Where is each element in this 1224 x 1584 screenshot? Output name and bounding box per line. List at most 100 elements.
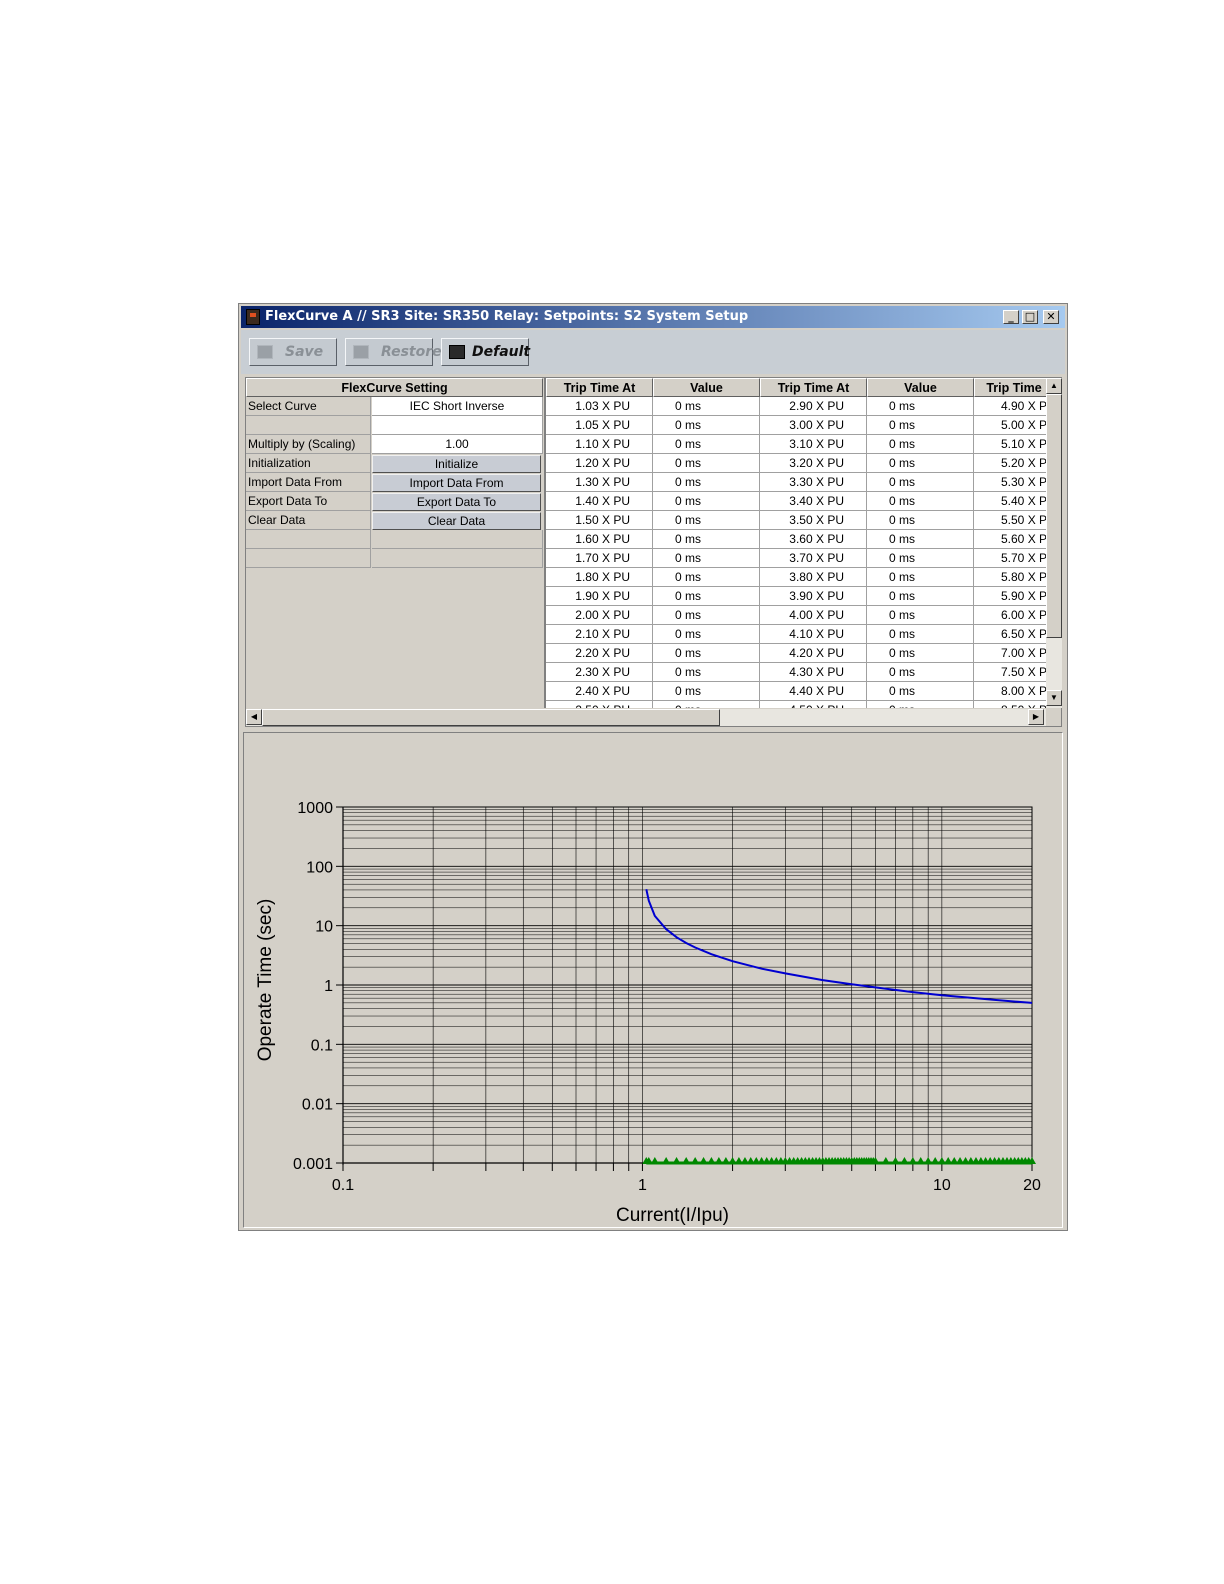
trip-value-cell[interactable]: 0 ms xyxy=(867,435,974,454)
trip-value-cell[interactable]: 0 ms xyxy=(653,454,760,473)
maximize-button[interactable]: □ xyxy=(1022,310,1038,324)
title-bar[interactable]: FlexCurve A // SR3 Site: SR350 Relay: Se… xyxy=(241,306,1065,328)
trip-value-cell[interactable]: 0 ms xyxy=(653,606,760,625)
trip-time-cell[interactable]: 2.10 X PU xyxy=(546,625,653,644)
trip-time-cell[interactable]: 6.00 X PU xyxy=(974,606,1046,625)
setting-value[interactable] xyxy=(372,416,543,435)
trip-time-cell[interactable]: 5.60 X PU xyxy=(974,530,1046,549)
scroll-down-arrow-icon[interactable]: ▼ xyxy=(1046,690,1062,706)
trip-time-cell[interactable]: 1.10 X PU xyxy=(546,435,653,454)
trip-time-cell[interactable]: 2.00 X PU xyxy=(546,606,653,625)
trip-time-cell[interactable]: 3.50 X PU xyxy=(760,511,867,530)
trip-time-cell[interactable]: 3.60 X PU xyxy=(760,530,867,549)
trip-time-cell[interactable]: 2.30 X PU xyxy=(546,663,653,682)
grid-column-header[interactable]: Trip Time At xyxy=(546,378,653,397)
trip-time-cell[interactable]: 3.30 X PU xyxy=(760,473,867,492)
trip-value-cell[interactable]: 0 ms xyxy=(867,587,974,606)
setting-action-button[interactable]: Import Data From xyxy=(372,474,541,492)
trip-time-cell[interactable]: 7.50 X PU xyxy=(974,663,1046,682)
trip-time-cell[interactable]: 1.70 X PU xyxy=(546,549,653,568)
trip-value-cell[interactable]: 0 ms xyxy=(653,473,760,492)
trip-time-cell[interactable]: 5.90 X PU xyxy=(974,587,1046,606)
trip-time-cell[interactable]: 5.70 X PU xyxy=(974,549,1046,568)
trip-value-cell[interactable]: 0 ms xyxy=(653,701,760,708)
trip-value-cell[interactable]: 0 ms xyxy=(653,397,760,416)
trip-value-cell[interactable]: 0 ms xyxy=(653,549,760,568)
trip-value-cell[interactable]: 0 ms xyxy=(653,625,760,644)
grid-column-header[interactable]: Trip Time At xyxy=(760,378,867,397)
trip-time-cell[interactable]: 5.30 X PU xyxy=(974,473,1046,492)
vertical-scrollbar[interactable]: ▲ ▼ xyxy=(1046,378,1062,708)
trip-value-cell[interactable]: 0 ms xyxy=(867,606,974,625)
trip-value-cell[interactable]: 0 ms xyxy=(867,530,974,549)
trip-time-cell[interactable]: 4.40 X PU xyxy=(760,682,867,701)
setting-value[interactable]: 1.00 xyxy=(372,435,543,454)
trip-value-cell[interactable]: 0 ms xyxy=(653,511,760,530)
trip-time-cell[interactable]: 3.20 X PU xyxy=(760,454,867,473)
scroll-up-arrow-icon[interactable]: ▲ xyxy=(1046,378,1062,394)
trip-value-cell[interactable]: 0 ms xyxy=(867,549,974,568)
trip-time-cell[interactable]: 1.40 X PU xyxy=(546,492,653,511)
trip-value-cell[interactable]: 0 ms xyxy=(867,644,974,663)
trip-time-cell[interactable]: 4.90 X PU xyxy=(974,397,1046,416)
trip-time-cell[interactable]: 8.00 X PU xyxy=(974,682,1046,701)
trip-time-cell[interactable]: 2.20 X PU xyxy=(546,644,653,663)
trip-value-cell[interactable]: 0 ms xyxy=(867,568,974,587)
trip-time-cell[interactable]: 1.30 X PU xyxy=(546,473,653,492)
trip-value-cell[interactable]: 0 ms xyxy=(867,416,974,435)
trip-value-cell[interactable]: 0 ms xyxy=(867,454,974,473)
trip-time-cell[interactable]: 4.50 X PU xyxy=(760,701,867,708)
restore-button[interactable]: Restore xyxy=(345,338,442,366)
close-button[interactable]: ✕ xyxy=(1043,310,1059,324)
trip-value-cell[interactable]: 0 ms xyxy=(867,492,974,511)
setting-action-button[interactable]: Initialize xyxy=(372,455,541,473)
trip-time-cell[interactable]: 3.40 X PU xyxy=(760,492,867,511)
trip-value-cell[interactable]: 0 ms xyxy=(653,644,760,663)
trip-time-cell[interactable]: 1.05 X PU xyxy=(546,416,653,435)
trip-value-cell[interactable]: 0 ms xyxy=(653,435,760,454)
trip-value-cell[interactable]: 0 ms xyxy=(867,473,974,492)
setting-action-button[interactable]: Clear Data xyxy=(372,512,541,530)
setting-action-button[interactable]: Export Data To xyxy=(372,493,541,511)
trip-time-cell[interactable]: 7.00 X PU xyxy=(974,644,1046,663)
trip-time-cell[interactable]: 5.00 X PU xyxy=(974,416,1046,435)
trip-time-cell[interactable]: 1.03 X PU xyxy=(546,397,653,416)
trip-time-cell[interactable]: 3.80 X PU xyxy=(760,568,867,587)
trip-time-cell[interactable]: 2.40 X PU xyxy=(546,682,653,701)
trip-value-cell[interactable]: 0 ms xyxy=(653,416,760,435)
minimize-button[interactable]: _ xyxy=(1003,310,1019,324)
setting-value[interactable]: IEC Short Inverse xyxy=(372,397,543,416)
trip-time-cell[interactable]: 2.90 X PU xyxy=(760,397,867,416)
grid-column-header[interactable]: Value xyxy=(867,378,974,397)
trip-time-cell[interactable]: 3.70 X PU xyxy=(760,549,867,568)
trip-time-cell[interactable]: 5.40 X PU xyxy=(974,492,1046,511)
trip-value-cell[interactable]: 0 ms xyxy=(867,663,974,682)
trip-time-cell[interactable]: 5.80 X PU xyxy=(974,568,1046,587)
grid-column-header[interactable]: Value xyxy=(653,378,760,397)
trip-time-cell[interactable]: 4.10 X PU xyxy=(760,625,867,644)
grid-column-header[interactable]: Trip Time xyxy=(974,378,1046,397)
trip-time-cell[interactable]: 4.00 X PU xyxy=(760,606,867,625)
scroll-right-arrow-icon[interactable]: ▶ xyxy=(1028,709,1044,725)
scroll-left-arrow-icon[interactable]: ◀ xyxy=(246,709,262,725)
trip-value-cell[interactable]: 0 ms xyxy=(653,530,760,549)
trip-value-cell[interactable]: 0 ms xyxy=(867,397,974,416)
trip-time-cell[interactable]: 1.20 X PU xyxy=(546,454,653,473)
save-button[interactable]: Save xyxy=(249,338,337,366)
trip-time-cell[interactable]: 4.20 X PU xyxy=(760,644,867,663)
trip-value-cell[interactable]: 0 ms xyxy=(867,511,974,530)
trip-time-cell[interactable]: 3.00 X PU xyxy=(760,416,867,435)
trip-time-cell[interactable]: 4.30 X PU xyxy=(760,663,867,682)
trip-value-cell[interactable]: 0 ms xyxy=(653,568,760,587)
trip-value-cell[interactable]: 0 ms xyxy=(653,587,760,606)
trip-value-cell[interactable]: 0 ms xyxy=(867,625,974,644)
trip-time-cell[interactable]: 3.90 X PU xyxy=(760,587,867,606)
trip-time-cell[interactable]: 2.50 X PU xyxy=(546,701,653,708)
trip-time-cell[interactable]: 5.10 X PU xyxy=(974,435,1046,454)
trip-value-cell[interactable]: 0 ms xyxy=(867,701,974,708)
trip-value-cell[interactable]: 0 ms xyxy=(653,663,760,682)
trip-time-cell[interactable]: 8.50 X PU xyxy=(974,701,1046,708)
trip-time-cell[interactable]: 3.10 X PU xyxy=(760,435,867,454)
horizontal-scroll-thumb[interactable] xyxy=(262,709,720,726)
horizontal-scrollbar[interactable]: ◀ ▶ xyxy=(246,709,1046,726)
